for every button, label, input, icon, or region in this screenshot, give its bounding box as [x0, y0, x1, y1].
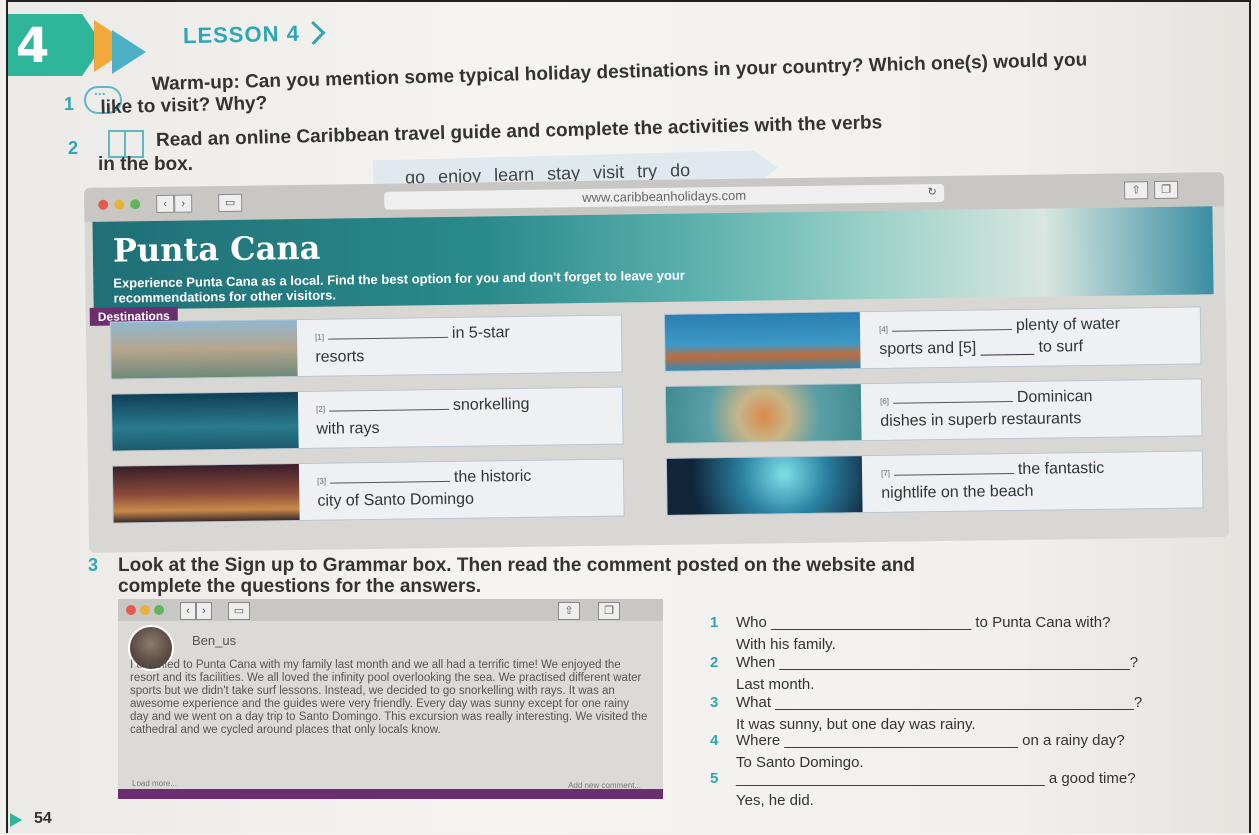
url-bar[interactable]: www.caribbeanholidays.com — [384, 183, 945, 210]
hero-banner: Punta Cana Experience Punta Cana as a lo… — [92, 206, 1214, 310]
comment-browser: ‹ › ▭ ⇧ ❐ Ben_us I travelled to Punta Ca… — [118, 599, 663, 799]
hero-title: Punta Cana — [112, 228, 321, 270]
destination-card: [3] the historic city of Santo Domingo — [111, 458, 625, 524]
answer-text: To Santo Domingo. — [736, 754, 864, 771]
lesson-title: LESSON 4 — [182, 20, 301, 49]
kayak-photo — [664, 312, 861, 371]
maximize-dot-icon — [130, 199, 141, 210]
santo-domingo-photo — [112, 464, 300, 523]
exercise-3-text-line1: Look at the Sign up to Grammar box. Then… — [118, 555, 916, 576]
destination-card: [1] in 5-star resorts — [109, 314, 623, 380]
exercise-3-text-line2: complete the questions for the answers. — [118, 576, 482, 597]
close-dot-icon — [98, 199, 109, 210]
resort-photo — [110, 320, 298, 379]
sidebar-icon[interactable]: ▭ — [218, 193, 243, 213]
close-dot-icon — [126, 605, 136, 615]
exercise-number: 2 — [68, 138, 79, 158]
food-photo — [665, 384, 862, 443]
sidebar-icon[interactable]: ▭ — [228, 602, 250, 620]
exercise-2-text-line2: in the box. — [98, 154, 193, 175]
decor-triangle — [112, 30, 146, 74]
back-icon[interactable]: ‹ — [180, 602, 196, 620]
share-icon[interactable]: ⇧ — [1124, 181, 1149, 200]
browser-footer — [118, 789, 663, 799]
tabs-icon[interactable]: ❐ — [598, 602, 620, 620]
textbook-page: 4 LESSON 4 1 Warm-up: Can you mention so… — [6, 0, 1251, 833]
comment-text: I travelled to Punta Cana with my family… — [130, 659, 648, 736]
ray-photo — [111, 392, 299, 451]
share-icon[interactable]: ⇧ — [558, 602, 580, 620]
forward-icon[interactable]: › — [174, 194, 193, 213]
nightlife-photo — [666, 456, 863, 515]
hero-subtitle: Experience Punta Cana as a local. Find t… — [113, 267, 685, 306]
destination-card: [4] plenty of water sports and [5] ______ … — [663, 306, 1202, 372]
destination-card: [2] snorkelling with rays — [110, 386, 624, 452]
travel-guide-browser: ‹ › ▭ www.caribbeanholidays.com ↻ ⇧ ❐ Pu… — [84, 172, 1229, 553]
forward-icon[interactable]: › — [196, 602, 212, 620]
maximize-dot-icon — [154, 605, 164, 615]
exercise-2-text-line1: Read an online Caribbean travel guide an… — [155, 112, 883, 151]
back-icon[interactable]: ‹ — [156, 194, 175, 213]
username: Ben_us — [192, 633, 237, 648]
reload-icon[interactable]: ↻ — [924, 184, 940, 200]
exercise-1-text: Warm-up: Can you mention some typical ho… — [100, 49, 1088, 119]
destination-card: [6] Dominican dishes in superb restaurants — [664, 378, 1203, 444]
browser-toolbar: ‹ › ▭ ⇧ ❐ — [118, 599, 663, 621]
lesson-number-badge: 4 — [8, 14, 103, 76]
answer-text: With his family. — [736, 636, 836, 653]
exercise-number: 3 — [88, 555, 99, 575]
exercise-number: 1 — [64, 94, 75, 114]
minimize-dot-icon — [140, 605, 150, 615]
answer-text: Yes, he did. — [736, 792, 814, 809]
tabs-icon[interactable]: ❐ — [1154, 180, 1179, 200]
load-more-link[interactable]: Load more... — [132, 779, 177, 788]
destination-card: [7] the fantastic nightlife on the beach — [665, 450, 1204, 516]
answer-text: Last month. — [736, 676, 815, 693]
answer-text: It was sunny, but one day was rainy. — [736, 716, 976, 733]
minimize-dot-icon — [114, 199, 125, 210]
page-number: 54 — [10, 810, 52, 828]
